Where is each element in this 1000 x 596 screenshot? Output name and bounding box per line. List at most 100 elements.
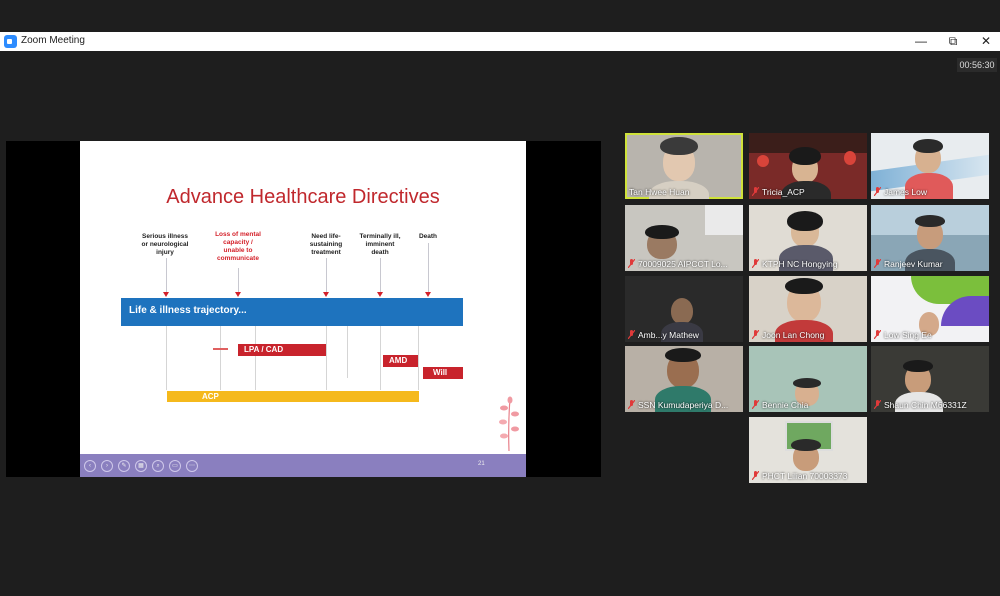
arrow-down-icon (377, 292, 383, 297)
guide-line (166, 326, 167, 390)
participant-tile[interactable]: Ranjeev Kumar (871, 205, 989, 271)
stage-text-line: Need life- (311, 233, 341, 240)
arrow-down-icon (235, 292, 241, 297)
stage-death: Death (413, 233, 443, 241)
muted-microphone-icon (628, 259, 635, 268)
meeting-timer: 00:56:30 (957, 58, 997, 72)
lpa-cad-bar: LPA / CAD (238, 344, 326, 356)
acp-bar: ACP (167, 391, 419, 402)
muted-microphone-icon (752, 400, 759, 409)
view-slides-icon[interactable]: ▦ (135, 460, 147, 472)
participant-name: SSN Kumudaperiya D... (638, 400, 729, 410)
trajectory-label: Life & illness trajectory... (129, 305, 247, 316)
participant-name: KTPH NC Hongying (762, 259, 838, 269)
participant-tile[interactable]: Amb...y Mathew (625, 276, 743, 342)
stage-loss-of-capacity: Loss of mental capacity / unable to comm… (207, 231, 269, 263)
muted-microphone-icon (752, 187, 759, 196)
pen-icon[interactable]: ✎ (118, 460, 130, 472)
guide-line (255, 326, 256, 390)
life-trajectory-bar: Life & illness trajectory... (121, 298, 463, 326)
participant-tile[interactable]: Tan Hwee Huan (625, 133, 743, 199)
more-options-icon[interactable]: ⋯ (186, 460, 198, 472)
red-dash (213, 348, 228, 350)
stage-text-line: Serious illness (142, 233, 188, 240)
muted-microphone-icon (874, 259, 881, 268)
muted-microphone-icon (752, 330, 759, 339)
guide-line (347, 326, 348, 378)
amd-bar: AMD (383, 355, 418, 367)
stage-text-line: Death (418, 233, 438, 240)
stage-marker-line (326, 258, 327, 292)
guide-line (418, 326, 419, 390)
muted-microphone-icon (874, 330, 881, 339)
participant-name: Shaun Chin M66331Z (884, 400, 967, 410)
stage-text-line: treatment (311, 249, 341, 256)
arrow-down-icon (323, 292, 329, 297)
participant-name: Bennie Chia (762, 400, 809, 410)
stage-text-line: unable to (223, 247, 253, 254)
presentation-slide: Advance Healthcare Directives Serious il… (80, 141, 526, 477)
stage-terminally-ill: Terminally ill, imminent death (352, 233, 408, 257)
stage-marker-line (238, 268, 239, 292)
participant-name: Tan Hwee Huan (629, 187, 690, 197)
slide-page-number: 21 (478, 461, 485, 467)
stage-text-line: capacity / (223, 239, 253, 246)
muted-microphone-icon (752, 259, 759, 268)
muted-microphone-icon (628, 400, 635, 409)
slideshow-toolbar: ‹ › ✎ ▦ ⌕ ▭ ⋯ 21 (80, 454, 526, 477)
stage-life-sustaining: Need life- sustaining treatment (299, 233, 353, 257)
stage-text-line: sustaining (309, 241, 343, 248)
participant-tile[interactable]: 70009025 AIPCCT Lo... (625, 205, 743, 271)
guide-line (220, 326, 221, 390)
stage-marker-line (428, 243, 429, 292)
participant-tile[interactable]: Low Sing Ee (871, 276, 989, 342)
top-dark-strip (0, 0, 1000, 32)
stage-text-line: injury (156, 249, 174, 256)
guide-line (326, 326, 327, 390)
participant-name: Low Sing Ee (884, 330, 932, 340)
muted-microphone-icon (874, 400, 881, 409)
muted-microphone-icon (752, 471, 759, 480)
window-title-bar: Zoom Meeting — ⧉ ✕ (0, 32, 1000, 51)
stage-marker-line (166, 258, 167, 292)
stage-text-line: imminent (365, 241, 395, 248)
participant-name: 70009025 AIPCCT Lo... (638, 259, 728, 269)
next-slide-icon[interactable]: › (101, 460, 113, 472)
slide-title: Advance Healthcare Directives (166, 186, 440, 208)
participant-name: Ranjeev Kumar (884, 259, 943, 269)
participant-tile[interactable]: PHCT Lilian 70003373 (749, 417, 867, 483)
participant-tile[interactable]: James Low (871, 133, 989, 199)
participant-name: PHCT Lilian 70003373 (762, 471, 848, 481)
guide-line (380, 326, 381, 390)
stage-serious-illness: Serious illness or neurological injury (133, 233, 197, 257)
arrow-down-icon (163, 292, 169, 297)
stage-text-line: Loss of mental (215, 231, 261, 238)
participant-tile[interactable]: Tricia_ACP (749, 133, 867, 199)
stage-text-line: Terminally ill, (359, 233, 401, 240)
minimize-button[interactable]: — (910, 33, 932, 50)
participant-tile[interactable]: Bennie Chia (749, 346, 867, 412)
zoom-icon[interactable]: ⌕ (152, 460, 164, 472)
participant-tile[interactable]: Shaun Chin M66331Z (871, 346, 989, 412)
participant-name: Joon Lan Chong (762, 330, 825, 340)
subtitles-icon[interactable]: ▭ (169, 460, 181, 472)
participant-name: James Low (884, 187, 927, 197)
previous-slide-icon[interactable]: ‹ (84, 460, 96, 472)
stage-text-line: or neurological (141, 241, 189, 248)
participant-tile[interactable]: Joon Lan Chong (749, 276, 867, 342)
close-button[interactable]: ✕ (975, 33, 997, 50)
stage-text-line: communicate (217, 255, 259, 262)
participant-name: Tricia_ACP (762, 187, 805, 197)
will-bar: Will (423, 367, 463, 379)
participant-tile[interactable]: KTPH NC Hongying (749, 205, 867, 271)
stage-text-line: death (371, 249, 389, 256)
zoom-app-icon (4, 35, 17, 48)
restore-button[interactable]: ⧉ (942, 33, 964, 50)
decorative-branch (499, 396, 519, 451)
muted-microphone-icon (628, 330, 635, 339)
window-title: Zoom Meeting (21, 35, 85, 46)
arrow-down-icon (425, 292, 431, 297)
participant-name: Amb...y Mathew (638, 330, 699, 340)
muted-microphone-icon (874, 187, 881, 196)
participant-tile[interactable]: SSN Kumudaperiya D... (625, 346, 743, 412)
